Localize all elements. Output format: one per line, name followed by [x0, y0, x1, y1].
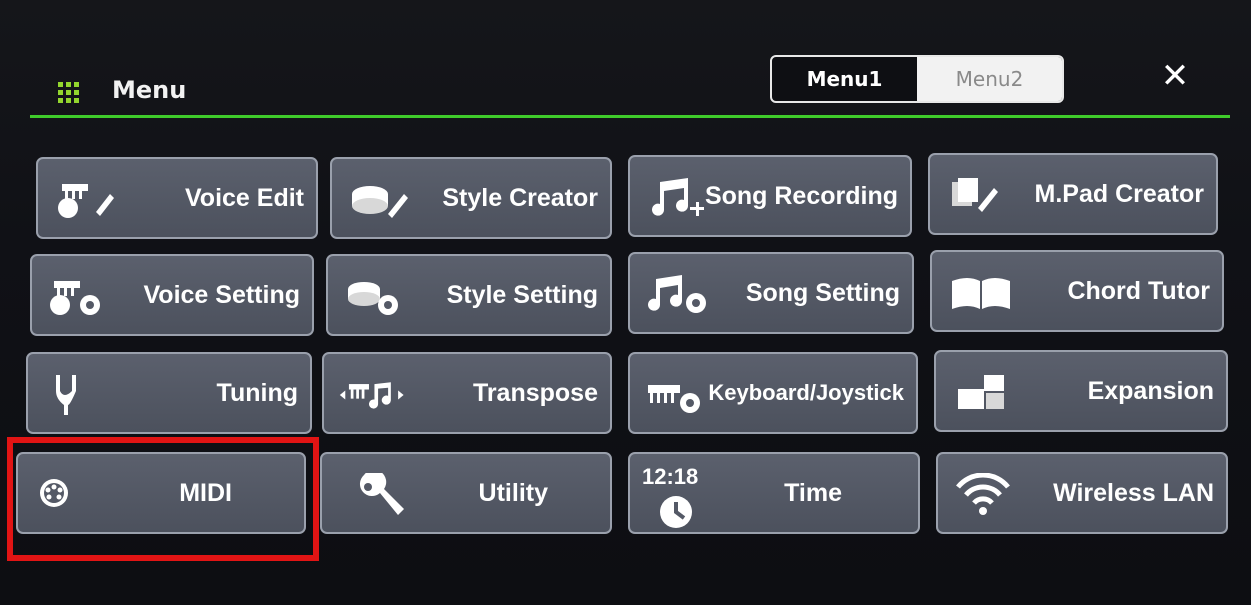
tile-label: Expansion	[1087, 376, 1214, 405]
song-setting-button[interactable]: Song Setting	[628, 252, 914, 334]
tile-label: Style Setting	[446, 280, 598, 309]
tile-label: Song Recording	[704, 181, 898, 210]
tile-label: Time	[784, 478, 842, 507]
tuning-fork-icon	[42, 372, 124, 418]
tile-label: Voice Setting	[143, 280, 300, 309]
menu-tabs: Menu1 Menu2	[770, 55, 1064, 103]
clock-icon	[656, 492, 696, 532]
close-button[interactable]: ✕	[1155, 56, 1195, 96]
tab-menu2[interactable]: Menu2	[917, 57, 1062, 101]
tile-label: M.Pad Creator	[1034, 179, 1204, 208]
tile-label: Utility	[478, 478, 548, 507]
tab-menu1[interactable]: Menu1	[772, 57, 917, 101]
header-divider	[30, 115, 1230, 118]
voice-setting-button[interactable]: Voice Setting	[30, 254, 314, 336]
voice-edit-icon	[52, 177, 134, 223]
tile-label: Tuning	[216, 378, 298, 407]
voice-setting-icon	[46, 274, 128, 320]
utility-button[interactable]: Utility	[320, 452, 612, 534]
transpose-icon	[338, 372, 420, 418]
song-recording-button[interactable]: Song Recording	[628, 155, 912, 237]
chord-tutor-button[interactable]: Chord Tutor	[930, 250, 1224, 332]
menu-screen: Menu Menu1 Menu2 ✕ Voice Edit Style Crea…	[0, 0, 1251, 605]
tuning-button[interactable]: Tuning	[26, 352, 312, 434]
wrench-icon	[336, 472, 418, 518]
tile-label: Song Setting	[745, 278, 900, 307]
selection-highlight	[7, 437, 319, 561]
tile-label: Voice Edit	[184, 183, 304, 212]
style-creator-icon	[346, 177, 428, 223]
close-icon: ✕	[1160, 56, 1190, 96]
style-creator-button[interactable]: Style Creator	[330, 157, 612, 239]
song-setting-icon	[644, 272, 726, 318]
mpad-creator-button[interactable]: M.Pad Creator	[928, 153, 1218, 235]
style-setting-icon	[342, 274, 424, 320]
expansion-button[interactable]: Expansion	[934, 350, 1228, 432]
expansion-icon	[950, 370, 1032, 416]
style-setting-button[interactable]: Style Setting	[326, 254, 612, 336]
transpose-button[interactable]: Transpose	[322, 352, 612, 434]
time-button[interactable]: 12:18 Time	[628, 452, 920, 534]
tile-label: Transpose	[472, 378, 598, 407]
wireless-lan-button[interactable]: Wireless LAN	[936, 452, 1228, 534]
voice-edit-button[interactable]: Voice Edit	[36, 157, 318, 239]
page-title: Menu	[112, 76, 187, 104]
mpad-creator-icon	[944, 173, 1026, 219]
chord-tutor-icon	[946, 270, 1028, 316]
tile-label: Chord Tutor	[1067, 276, 1210, 305]
tile-label: Style Creator	[442, 183, 598, 212]
tile-label: Keyboard/Joystick	[708, 380, 904, 405]
time-display: 12:18	[642, 464, 699, 489]
grid-icon	[58, 82, 80, 104]
wifi-icon	[952, 472, 1034, 518]
keyboard-joystick-button[interactable]: Keyboard/Joystick	[628, 352, 918, 434]
header-bar: Menu Menu1 Menu2 ✕	[30, 55, 1230, 120]
tile-label: Wireless LAN	[1053, 478, 1214, 507]
